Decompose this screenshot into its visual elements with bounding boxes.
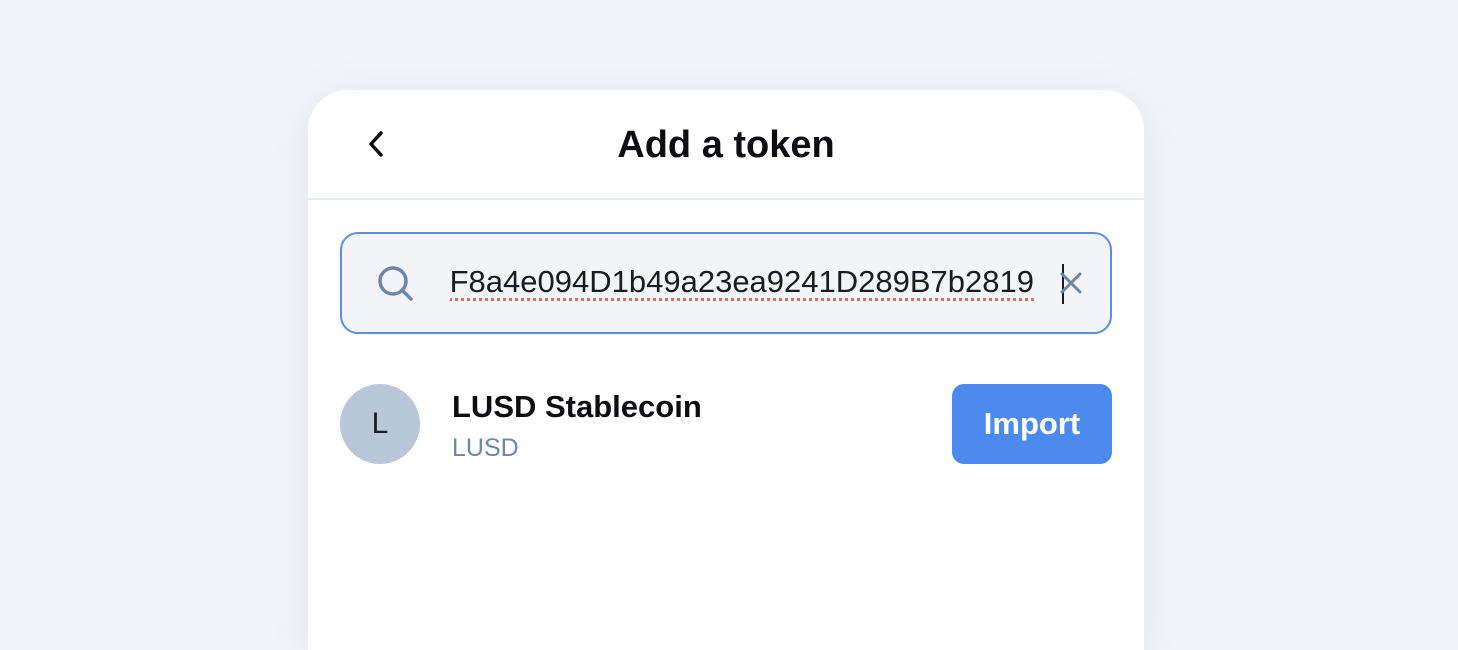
search-input-value: F8a4e094D1b49a23ea9241D289B7b2819 xyxy=(450,264,1034,299)
token-avatar: L xyxy=(340,384,420,464)
import-button[interactable]: Import xyxy=(952,384,1112,464)
search-input[interactable]: F8a4e094D1b49a23ea9241D289B7b2819 xyxy=(450,256,1034,308)
panel-header: Add a token xyxy=(308,90,1144,200)
search-icon xyxy=(378,266,413,301)
close-icon[interactable] xyxy=(1054,266,1088,300)
token-result-row: L LUSD Stablecoin LUSD Import xyxy=(340,384,1112,464)
page-title: Add a token xyxy=(617,124,835,166)
token-search-field[interactable]: F8a4e094D1b49a23ea9241D289B7b2819 xyxy=(340,232,1112,334)
token-name: LUSD Stablecoin xyxy=(452,389,702,424)
token-symbol: LUSD xyxy=(452,434,519,462)
add-token-panel: Add a token F8a4e094D1b49a23ea9241D289B7… xyxy=(308,90,1144,650)
